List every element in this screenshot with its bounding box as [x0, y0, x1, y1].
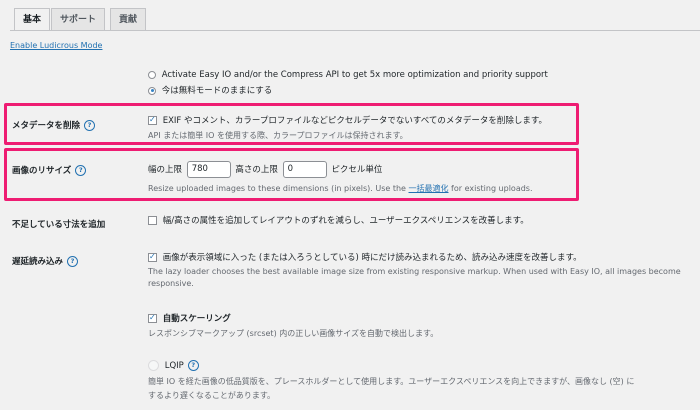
autoscale-option[interactable]: 自動スケーリング [148, 312, 231, 324]
lazy-label: 遅延読み込み? [12, 255, 79, 267]
resize-label: 画像のリサイズ? [12, 164, 87, 176]
resize-desc: Resize uploaded images to these dimensio… [148, 184, 533, 193]
missing-dims-label: 不足している寸法を追加 [12, 220, 106, 230]
missing-dims-checkbox[interactable] [148, 216, 157, 225]
autoscale-desc: レスポンシブマークアップ (srcset) 内の正しい画像サイズを自動で検出しま… [148, 329, 439, 338]
metadata-label: メタデータを削除? [12, 119, 96, 131]
resize-width-label: 幅の上限 [148, 165, 183, 175]
help-icon[interactable]: ? [75, 165, 87, 176]
metadata-option[interactable]: EXIF やコメント、カラープロファイルなどピクセルデータでないすべてのメタデー… [148, 114, 547, 126]
api-option-free-text: 今は無料モードのままにする [161, 86, 273, 96]
metadata-checkbox[interactable] [148, 115, 157, 125]
lazy-desc-1: The lazy loader chooses the best availab… [148, 267, 681, 276]
resize-unit: ピクセル単位 [331, 165, 383, 175]
missing-dims-option[interactable]: 幅/高さの属性を追加してレイアウトのずれを減らし、ユーザーエクスペリエンスを改善… [148, 214, 529, 226]
lqip-option[interactable]: LQIP? [148, 360, 199, 371]
metadata-checkbox-text: EXIF やコメント、カラープロファイルなどピクセルデータでないすべてのメタデー… [162, 116, 548, 126]
lqip-desc-2: するより遅くなることがあります。 [148, 391, 276, 400]
lqip-desc-1: 簡単 IO を経た画像の低品質版を、プレースホルダーとして使用します。ユーザーエ… [148, 377, 635, 386]
tab-bar: 基本 サポート 貢献 [0, 0, 700, 31]
resize-height-label: 高さの上限 [235, 165, 278, 175]
api-option-free[interactable]: 今は無料モードのままにする [148, 84, 272, 96]
lazy-desc-2: responsive. [148, 279, 194, 288]
enable-ludicrous-link[interactable]: Enable Ludicrous Mode [10, 41, 102, 50]
help-icon[interactable]: ? [67, 256, 79, 267]
tab-support[interactable]: サポート [51, 8, 106, 30]
lazy-checkbox[interactable] [148, 252, 157, 262]
lazy-text: 画像が表示領域に入った (または入ろうとしている) 時にだけ読み込まれるため、読… [162, 253, 582, 263]
api-option-activate-text: Activate Easy IO and/or the Compress API… [161, 70, 548, 80]
autoscale-checkbox[interactable] [148, 313, 157, 323]
radio-activate[interactable] [148, 70, 156, 79]
tab-divider [10, 30, 700, 31]
lqip-label: LQIP [164, 361, 184, 371]
help-icon[interactable]: ? [84, 120, 96, 131]
radio-free[interactable] [148, 86, 156, 95]
bulk-optimize-link[interactable]: 一括最適化 [409, 184, 449, 193]
lqip-radio[interactable] [148, 360, 159, 371]
api-option-activate[interactable]: Activate Easy IO and/or the Compress API… [148, 70, 548, 80]
missing-dims-text: 幅/高さの属性を追加してレイアウトのずれを減らし、ユーザーエクスペリエンスを改善… [162, 216, 529, 226]
lazy-option[interactable]: 画像が表示領域に入った (または入ろうとしている) 時にだけ読み込まれるため、読… [148, 251, 582, 263]
resize-inputs: 幅の上限 780 高さの上限 0 ピクセル単位 [148, 161, 382, 178]
tab-basic[interactable]: 基本 [14, 8, 51, 31]
resize-width-input[interactable]: 780 [186, 161, 231, 178]
metadata-desc: API または簡単 IO を使用する際、カラープロファイルは保持されます。 [148, 131, 408, 140]
help-icon[interactable]: ? [187, 360, 199, 371]
resize-height-input[interactable]: 0 [282, 161, 327, 178]
tab-contribute[interactable]: 貢献 [110, 8, 147, 30]
autoscale-label: 自動スケーリング [162, 314, 231, 324]
